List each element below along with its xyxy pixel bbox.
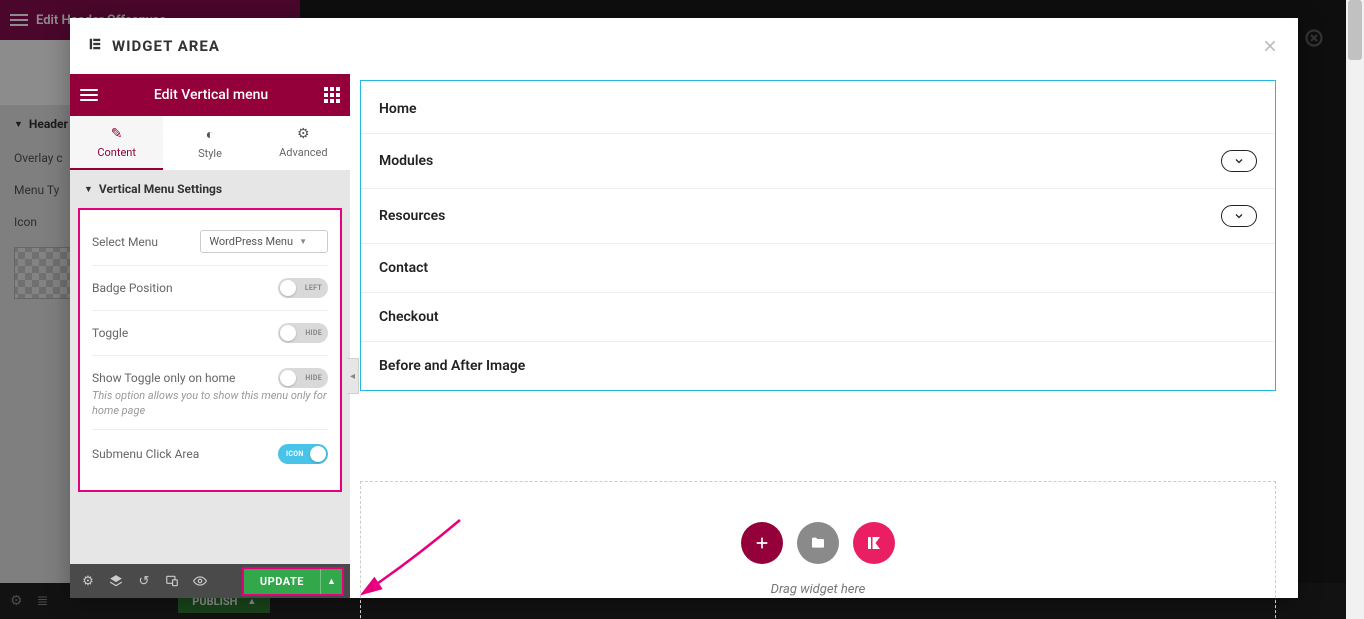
menu-item[interactable]: Contact <box>361 243 1275 292</box>
editor-panel: Edit Vertical menu ✎ Content ◐ Style ⚙ A… <box>70 74 350 598</box>
menu-item-label: Home <box>379 101 417 117</box>
badge-position-label: Badge Position <box>92 281 173 295</box>
responsive-icon[interactable] <box>160 569 184 593</box>
modal-close-button[interactable] <box>1260 36 1280 56</box>
chevron-down-icon: ▼ <box>299 237 307 246</box>
preview-icon[interactable] <box>188 569 212 593</box>
submenu-value: ICON <box>286 450 304 458</box>
dropzone-text: Drag widget here <box>361 582 1275 597</box>
menu-item[interactable]: Resources <box>361 188 1275 243</box>
badge-position-toggle[interactable]: LEFT <box>278 278 328 298</box>
elementskit-button[interactable] <box>853 522 895 564</box>
submenu-toggle[interactable]: ICON <box>278 444 328 464</box>
panel-title: Edit Vertical menu <box>98 87 324 103</box>
menu-item[interactable]: Modules <box>361 133 1275 188</box>
panel-footer: ⚙ ↺ UPDATE ▲ <box>70 564 350 598</box>
tab-advanced[interactable]: ⚙ Advanced <box>257 116 350 170</box>
select-menu-value: WordPress Menu <box>209 235 293 248</box>
widgets-grid-icon[interactable] <box>324 87 340 103</box>
submenu-label: Submenu Click Area <box>92 447 199 461</box>
menu-item-label: Modules <box>379 153 433 169</box>
expand-icon[interactable] <box>1221 205 1257 227</box>
panel-collapse-handle[interactable]: ◂ <box>347 358 359 394</box>
tab-content[interactable]: ✎ Content <box>70 116 163 170</box>
pencil-icon: ✎ <box>70 126 163 142</box>
menu-item[interactable]: Home <box>361 81 1275 133</box>
toggle-value: HIDE <box>305 329 322 337</box>
expand-icon[interactable] <box>1221 150 1257 172</box>
show-home-toggle[interactable]: HIDE <box>278 368 328 388</box>
tab-content-label: Content <box>97 146 136 159</box>
tab-style-label: Style <box>198 147 222 160</box>
gear-icon: ⚙ <box>257 126 350 142</box>
controls-highlight-box: Select Menu WordPress Menu ▼ Badge Posit… <box>78 208 342 492</box>
show-home-label: Show Toggle only on home <box>92 371 235 385</box>
widget-dropzone[interactable]: Drag widget here <box>360 481 1276 619</box>
menu-item-label: Contact <box>379 260 428 276</box>
section-title: Vertical Menu Settings <box>99 182 222 196</box>
select-menu-dropdown[interactable]: WordPress Menu ▼ <box>200 230 328 253</box>
control-badge-position: Badge Position LEFT <box>92 266 328 311</box>
show-home-help: This option allows you to show this menu… <box>92 388 328 419</box>
elementor-icon <box>88 37 102 55</box>
vertical-menu-preview: Home Modules Resources Contact Checkout Befor… <box>360 80 1276 391</box>
modal-header: WIDGET AREA <box>70 18 1298 74</box>
control-toggle: Toggle HIDE <box>92 311 328 356</box>
history-icon[interactable]: ↺ <box>132 569 156 593</box>
tab-style[interactable]: ◐ Style <box>163 116 256 170</box>
modal-title-text: WIDGET AREA <box>112 37 220 55</box>
update-label: UPDATE <box>260 575 304 588</box>
control-submenu-click: Submenu Click Area ICON <box>92 429 328 476</box>
control-show-home: Show Toggle only on home HIDE <box>92 356 328 392</box>
add-section-button[interactable] <box>741 522 783 564</box>
page-scrollbar[interactable] <box>1346 0 1364 619</box>
toggle-label: Toggle <box>92 326 128 340</box>
caret-down-icon: ▼ <box>84 184 93 195</box>
widget-area-modal: WIDGET AREA Edit Vertical menu ✎ Content… <box>70 18 1298 598</box>
menu-item[interactable]: Checkout <box>361 292 1275 341</box>
menu-item-label: Resources <box>379 208 445 224</box>
preview-area: Home Modules Resources Contact Checkout Befor… <box>360 80 1276 578</box>
panel-menu-icon[interactable] <box>80 89 98 101</box>
update-button-group: UPDATE ▲ <box>242 567 344 596</box>
modal-title: WIDGET AREA <box>88 37 220 55</box>
update-button[interactable]: UPDATE <box>244 569 320 594</box>
panel-tabs: ✎ Content ◐ Style ⚙ Advanced <box>70 116 350 170</box>
menu-item-label: Before and After Image <box>379 358 525 374</box>
control-select-menu: Select Menu WordPress Menu ▼ <box>92 218 328 266</box>
panel-header: Edit Vertical menu <box>70 74 350 116</box>
contrast-icon: ◐ <box>163 126 256 143</box>
toggle-switch[interactable]: HIDE <box>278 323 328 343</box>
navigator-icon[interactable] <box>104 569 128 593</box>
select-menu-label: Select Menu <box>92 235 158 249</box>
settings-icon[interactable]: ⚙ <box>76 569 100 593</box>
outer-close-button[interactable] <box>1302 26 1326 50</box>
section-toggle[interactable]: ▼ Vertical Menu Settings <box>70 170 350 208</box>
add-template-button[interactable] <box>797 522 839 564</box>
menu-item-label: Checkout <box>379 309 439 325</box>
menu-item[interactable]: Before and After Image <box>361 341 1275 390</box>
tab-advanced-label: Advanced <box>279 146 327 159</box>
update-options-button[interactable]: ▲ <box>320 569 342 594</box>
badge-toggle-value: LEFT <box>305 284 322 292</box>
show-home-value: HIDE <box>305 374 322 382</box>
